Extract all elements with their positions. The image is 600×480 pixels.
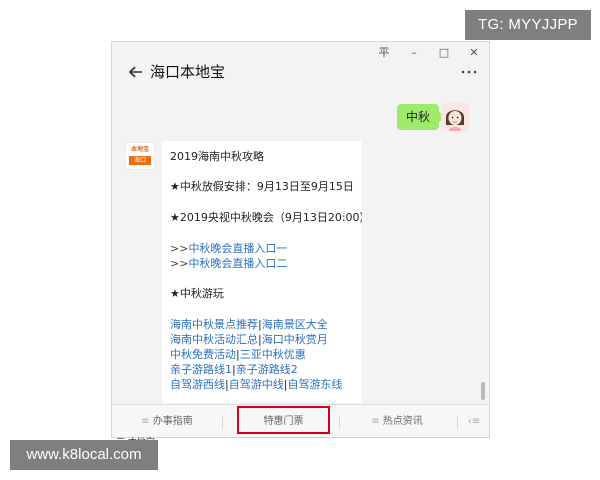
link-scenic-recommend[interactable]: 海南中秋景点推荐: [170, 318, 258, 331]
list-icon: ≡: [371, 416, 383, 427]
live-link-1[interactable]: 中秋晚会直播入口一: [188, 242, 287, 255]
menu-news-label: 热点资讯: [382, 416, 423, 427]
menu-guide-label: 办事指南: [152, 416, 193, 427]
user-avatar[interactable]: [441, 103, 469, 131]
link-scenic-all[interactable]: 海南景区大全: [262, 318, 328, 331]
menu-guide[interactable]: ≡ 办事指南: [112, 405, 222, 437]
bottom-menu-bar: ≡ 办事指南 特惠门票 ≡ 热点资讯 ‹≡: [112, 404, 489, 437]
scrollbar[interactable]: [481, 382, 485, 400]
live-row-2: >>中秋晚会直播入口二: [170, 257, 287, 271]
link-family-route-1[interactable]: 亲子游路线1: [170, 363, 232, 376]
link-row-1: 海南中秋景点推荐|海南景区大全: [170, 318, 328, 332]
link-activities[interactable]: 海南中秋活动汇总: [170, 333, 258, 346]
link-row-5: 自驾游西线|自驾游中线|自驾游东线: [170, 378, 342, 392]
menu-news[interactable]: ≡ 热点资讯: [342, 405, 452, 437]
bot-logo-city: 海口: [129, 156, 151, 165]
gala-info: ★2019央视中秋晚会（9月13日20:00）: [170, 211, 362, 224]
chat-title: 海口本地宝: [150, 63, 226, 81]
link-drive-middle[interactable]: 自驾游中线: [229, 378, 284, 391]
holiday-info: ★中秋放假安排：9月13日至9月15日: [170, 180, 354, 193]
link-family-route-2[interactable]: 亲子游路线2: [236, 363, 298, 376]
bot-avatar[interactable]: 本地宝 海口: [126, 143, 154, 169]
bot-message-card: 2019海南中秋攻略 ★中秋放假安排：9月13日至9月15日 ★2019央视中秋…: [162, 141, 362, 403]
link-row-4: 亲子游路线1|亲子游路线2: [170, 363, 298, 377]
site-watermark: www.k8local.com: [10, 440, 158, 470]
link-prefix: >>: [170, 257, 189, 270]
link-row-2: 海南中秋活动汇总|海口中秋赏月: [170, 333, 328, 347]
live-link-2[interactable]: 中秋晚会直播入口二: [188, 257, 287, 270]
menu-divider: [339, 415, 340, 429]
more-icon[interactable]: [461, 60, 477, 80]
tg-watermark: TG: MYYJJPP: [465, 10, 591, 40]
chat-header: 海口本地宝: [112, 56, 489, 92]
message-title: 2019海南中秋攻略: [170, 150, 264, 163]
link-moon-viewing[interactable]: 海口中秋赏月: [262, 333, 328, 346]
keyboard-icon[interactable]: ‹≡: [459, 405, 489, 437]
live-row-1: >>中秋晚会直播入口一: [170, 242, 287, 256]
link-prefix: >>: [170, 242, 189, 255]
link-drive-east[interactable]: 自驾游东线: [287, 378, 342, 391]
chat-window: 平 – □ ✕ 海口本地宝 中秋 本地宝 海口 2019海南中秋攻略 ★中秋放假…: [111, 41, 490, 438]
menu-divider: [222, 415, 223, 429]
arrow-left-icon[interactable]: [128, 60, 148, 84]
link-row-3: 中秋免费活动|三亚中秋优惠: [170, 348, 306, 362]
user-message-bubble: 中秋: [396, 104, 446, 130]
menu-divider: [457, 415, 458, 429]
list-icon: ≡: [141, 416, 153, 427]
link-drive-west[interactable]: 自驾游西线: [170, 378, 225, 391]
link-sanya-deals[interactable]: 三亚中秋优惠: [240, 348, 306, 361]
link-free-activities[interactable]: 中秋免费活动: [170, 348, 236, 361]
travel-heading: ★中秋游玩: [170, 287, 224, 300]
highlight-box: [237, 406, 330, 434]
bot-logo-text: 本地宝: [130, 146, 149, 153]
